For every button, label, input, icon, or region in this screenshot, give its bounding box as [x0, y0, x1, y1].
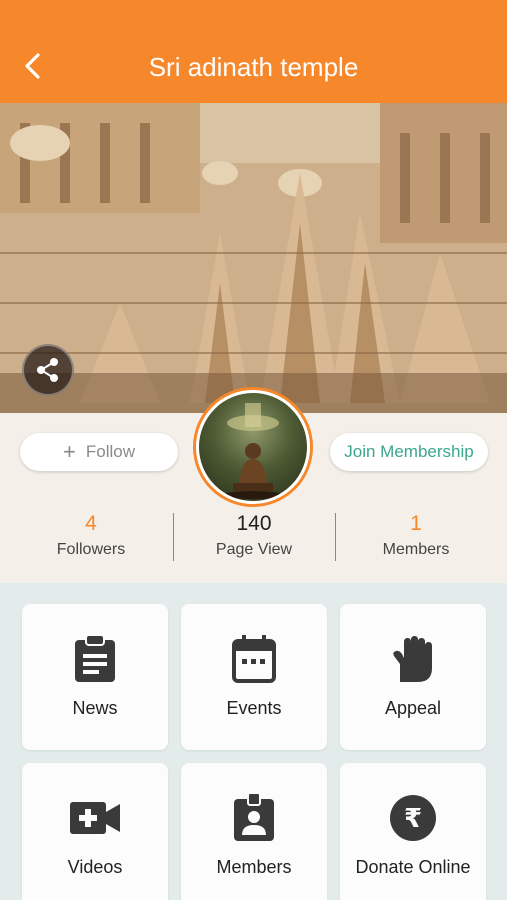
members-label: Members [382, 541, 450, 558]
video-add-icon [70, 802, 120, 834]
menu-tile-videos[interactable]: Videos [22, 763, 168, 900]
page-view-count: 140 [236, 512, 272, 535]
rupee-icon: ₹ [390, 795, 436, 841]
menu-tile-appeal[interactable]: Appeal [340, 604, 486, 750]
page-view-label: Page View [215, 541, 293, 558]
join-membership-button[interactable]: Join Membership [330, 433, 488, 471]
menu-label: News [72, 698, 118, 718]
menu-label: Appeal [384, 698, 442, 718]
share-icon [37, 358, 58, 382]
menu-tile-donate-online[interactable]: ₹ Donate Online [340, 763, 486, 900]
followers-count: 4 [85, 512, 97, 535]
app-header: Sri adinath temple [0, 0, 507, 103]
temple-avatar[interactable] [193, 387, 313, 507]
menu-tile-members[interactable]: Members [181, 763, 327, 900]
deity-image [223, 403, 283, 499]
menu-label: Events [226, 698, 282, 718]
menu-label: Members [216, 857, 292, 877]
menu-tile-events[interactable]: Events [181, 604, 327, 750]
follow-button[interactable]: + Follow [20, 433, 178, 471]
menu-label: Videos [67, 857, 123, 877]
clipboard-icon [75, 634, 115, 682]
followers-label: Followers [56, 541, 126, 558]
calendar-icon [232, 635, 276, 683]
id-badge-icon [234, 793, 274, 841]
members-count: 1 [410, 512, 422, 535]
svg-text:₹: ₹ [404, 804, 422, 834]
stat-followers[interactable]: 4 Followers [11, 511, 171, 561]
stat-members[interactable]: 1 Members [336, 511, 496, 561]
join-membership-label: Join Membership [344, 442, 474, 461]
temple-cover-image [0, 103, 507, 413]
page-title: Sri adinath temple [148, 52, 359, 82]
follow-label: Follow [85, 442, 135, 461]
menu-label: Donate Online [355, 857, 471, 877]
hand-icon [393, 636, 432, 682]
share-button[interactable] [22, 344, 74, 396]
menu-tile-news[interactable]: News [22, 604, 168, 750]
stat-page-view: 140 Page View [174, 511, 334, 561]
plus-icon: + [63, 439, 76, 464]
